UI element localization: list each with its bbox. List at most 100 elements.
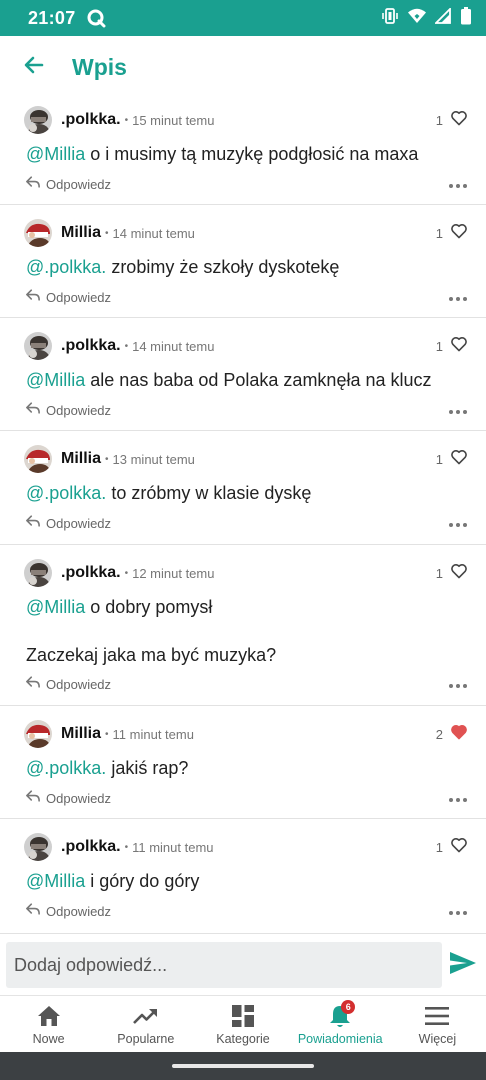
nav-label: Kategorie bbox=[216, 1032, 270, 1046]
comment-item: Millia • 14 minut temu 1 @.polkka. zrobi… bbox=[0, 205, 486, 318]
more-options-button[interactable] bbox=[448, 513, 468, 533]
comment-item: Millia • 13 minut temu 1 @.polkka. to zr… bbox=[0, 431, 486, 545]
comment-text: @Millia o dobry pomysł Zaczekaj jaka ma … bbox=[26, 595, 466, 667]
avatar[interactable] bbox=[24, 833, 52, 861]
more-options-button[interactable] bbox=[448, 287, 468, 307]
like-button[interactable]: 1 bbox=[436, 837, 468, 858]
heart-filled-icon bbox=[450, 724, 468, 745]
status-time: 21:07 bbox=[28, 7, 76, 28]
comment-author[interactable]: .polkka. bbox=[61, 111, 121, 129]
nav-item-wiecej[interactable]: Więcej bbox=[389, 996, 486, 1051]
mention-link[interactable]: @.polkka. bbox=[26, 483, 106, 503]
reply-label: Odpowiedz bbox=[46, 515, 112, 531]
comment-text: @Millia o i musimy tą muzykę podgłosić n… bbox=[26, 144, 419, 164]
comment-text: @.polkka. to zróbmy w klasie dyskę bbox=[26, 483, 312, 503]
page-title: Wpis bbox=[72, 53, 127, 80]
reply-button[interactable]: Odpowiedz bbox=[26, 401, 111, 419]
avatar[interactable] bbox=[24, 720, 52, 748]
nav-item-popularne[interactable]: Popularne bbox=[97, 996, 194, 1051]
send-button[interactable] bbox=[448, 950, 478, 980]
reply-icon bbox=[26, 175, 40, 193]
reply-label: Odpowiedz bbox=[46, 402, 112, 418]
home-gesture-handle[interactable] bbox=[172, 1064, 314, 1068]
bell-icon: 6 bbox=[329, 1000, 356, 1028]
status-icons bbox=[381, 6, 472, 30]
more-options-button[interactable] bbox=[448, 901, 468, 921]
more-options-button[interactable] bbox=[448, 788, 468, 808]
avatar[interactable] bbox=[24, 106, 52, 134]
bottom-navigation: Nowe Popularne Kategorie 6 Powiadomienia… bbox=[0, 995, 486, 1051]
more-options-button[interactable] bbox=[448, 174, 468, 194]
more-options-button[interactable] bbox=[448, 400, 468, 420]
like-button[interactable]: 1 bbox=[436, 563, 468, 584]
more-horizontal-icon bbox=[449, 401, 467, 419]
more-horizontal-icon bbox=[449, 288, 467, 306]
menu-icon bbox=[425, 1004, 450, 1028]
nav-label: Nowe bbox=[32, 1032, 65, 1046]
system-gesture-bar bbox=[0, 1052, 486, 1080]
comment-author[interactable]: .polkka. bbox=[61, 838, 121, 856]
comment-item: Millia • 11 minut temu 2 @.polkka. jakiś… bbox=[0, 706, 486, 819]
reply-label: Odpowiedz bbox=[46, 289, 112, 305]
more-horizontal-icon bbox=[449, 675, 467, 693]
like-count: 2 bbox=[435, 726, 443, 742]
reply-icon bbox=[26, 401, 40, 419]
comment-list: .polkka. • 15 minut temu 1 @Millia o i m… bbox=[0, 98, 486, 934]
more-options-button[interactable] bbox=[448, 674, 468, 694]
mention-link[interactable]: @Millia bbox=[26, 871, 85, 891]
reply-label: Odpowiedz bbox=[46, 790, 112, 806]
mention-link[interactable]: @Millia bbox=[26, 144, 85, 164]
like-button[interactable]: 1 bbox=[436, 449, 468, 470]
nav-item-kategorie[interactable]: Kategorie bbox=[194, 996, 291, 1051]
nav-label: Więcej bbox=[418, 1032, 457, 1046]
mention-link[interactable]: @Millia bbox=[26, 370, 85, 390]
comment-author[interactable]: Millia bbox=[61, 224, 101, 242]
more-horizontal-icon bbox=[449, 902, 467, 920]
q-app-icon bbox=[86, 8, 106, 28]
like-button[interactable]: 1 bbox=[436, 223, 468, 244]
avatar[interactable] bbox=[24, 445, 52, 473]
arrow-left-icon bbox=[22, 53, 46, 82]
reply-icon bbox=[26, 789, 40, 807]
nav-label: Powiadomienia bbox=[297, 1032, 383, 1046]
heart-outline-icon bbox=[450, 449, 468, 470]
mention-link[interactable]: @Millia bbox=[26, 597, 85, 617]
mention-link[interactable]: @.polkka. bbox=[26, 257, 106, 277]
reply-label: Odpowiedz bbox=[46, 903, 112, 919]
like-button[interactable]: 1 bbox=[436, 336, 468, 357]
comment-time: 13 minut temu bbox=[112, 451, 195, 467]
like-button[interactable]: 2 bbox=[436, 724, 468, 745]
comment-time: 14 minut temu bbox=[112, 225, 195, 241]
mention-link[interactable]: @.polkka. bbox=[26, 758, 106, 778]
comment-item: .polkka. • 14 minut temu 1 @Millia ale n… bbox=[0, 318, 486, 431]
app-bar: Wpis bbox=[0, 36, 486, 98]
back-button[interactable] bbox=[20, 53, 48, 81]
comment-author[interactable]: .polkka. bbox=[61, 337, 121, 355]
comment-author[interactable]: .polkka. bbox=[61, 564, 121, 582]
reply-button[interactable]: Odpowiedz bbox=[26, 288, 111, 306]
battery-icon bbox=[460, 6, 472, 30]
nav-item-nowe[interactable]: Nowe bbox=[0, 996, 97, 1051]
nav-label: Popularne bbox=[117, 1032, 175, 1046]
heart-outline-icon bbox=[450, 336, 468, 357]
trending-icon bbox=[132, 1004, 159, 1028]
reply-composer bbox=[6, 942, 480, 988]
avatar[interactable] bbox=[24, 219, 52, 247]
like-button[interactable]: 1 bbox=[436, 110, 468, 131]
separator-dot: • bbox=[124, 567, 129, 579]
comment-author[interactable]: Millia bbox=[61, 450, 101, 468]
avatar[interactable] bbox=[24, 332, 52, 360]
comment-text-paragraph: Zaczekaj jaka ma być muzyka? bbox=[26, 645, 277, 665]
comment-author[interactable]: Millia bbox=[61, 725, 101, 743]
reply-button[interactable]: Odpowiedz bbox=[26, 902, 111, 920]
reply-button[interactable]: Odpowiedz bbox=[26, 789, 111, 807]
avatar[interactable] bbox=[24, 559, 52, 587]
reply-button[interactable]: Odpowiedz bbox=[26, 514, 111, 532]
reply-button[interactable]: Odpowiedz bbox=[26, 175, 111, 193]
comment-time: 12 minut temu bbox=[132, 565, 215, 581]
reply-icon bbox=[26, 288, 40, 306]
reply-input[interactable] bbox=[6, 942, 442, 988]
dashboard-icon bbox=[232, 1004, 254, 1028]
nav-item-powiadomienia[interactable]: 6 Powiadomienia bbox=[292, 996, 389, 1051]
reply-button[interactable]: Odpowiedz bbox=[26, 675, 111, 693]
